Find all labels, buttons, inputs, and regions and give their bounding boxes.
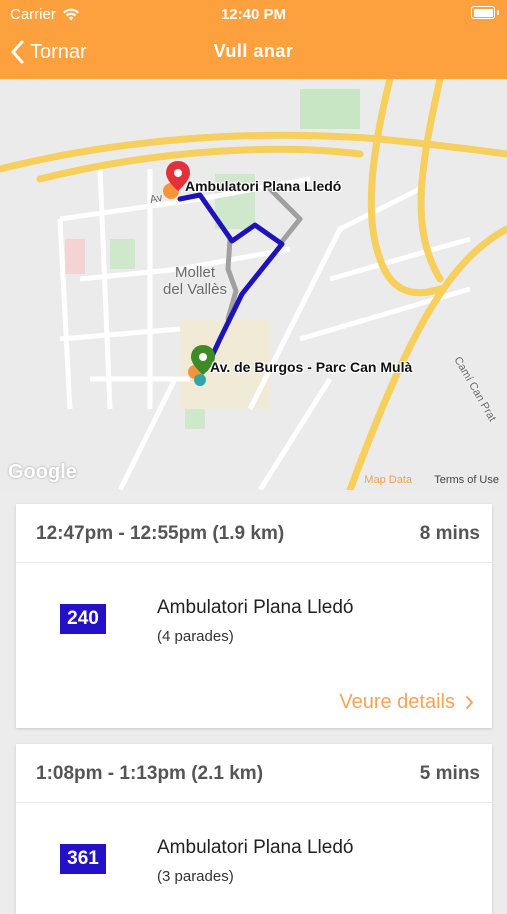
details-label: Veure details: [339, 691, 455, 713]
route-card[interactable]: 1:08pm - 1:13pm (2.1 km) 5 mins 361 Ambu…: [16, 744, 492, 914]
battery-icon: [471, 6, 499, 19]
line-badge: 240: [60, 604, 106, 634]
route-duration: 8 mins: [419, 523, 480, 544]
terms-link[interactable]: Terms of Use: [434, 474, 499, 486]
city-label-line2: del Vallès: [163, 281, 227, 298]
map-data-link[interactable]: Map Data: [364, 474, 412, 486]
line-badge: 361: [60, 844, 106, 874]
route-map[interactable]: Ambulatori Plana Lledó Av. de Burgos - P…: [0, 79, 507, 490]
route-time-range: 12:47pm - 12:55pm (1.9 km): [36, 523, 285, 544]
status-time: 12:40 PM: [220, 6, 287, 23]
page-title: Vull anar: [213, 41, 294, 61]
street-label: Av: [148, 191, 164, 207]
route-card[interactable]: 12:47pm - 12:55pm (1.9 km) 8 mins 240 Am…: [16, 504, 492, 728]
destination-label: Ambulatori Plana Lledó: [185, 178, 342, 194]
map-canvas: [0, 79, 507, 490]
route-card-header: 1:08pm - 1:13pm (2.1 km) 5 mins: [16, 744, 492, 803]
route-time-range: 1:08pm - 1:13pm (2.1 km): [36, 763, 264, 784]
city-label: Mollet del Vallès: [150, 264, 240, 298]
stop-count: (3 parades): [157, 868, 234, 885]
city-label-line1: Mollet: [174, 264, 215, 281]
status-bar: Carrier 12:40 PM: [0, 0, 507, 28]
chevron-right-icon: [466, 696, 473, 709]
route-duration: 5 mins: [419, 763, 480, 784]
google-logo: Google: [8, 461, 77, 483]
stop-name: Ambulatori Plana Lledó: [157, 837, 354, 858]
route-card-header: 12:47pm - 12:55pm (1.9 km) 8 mins: [16, 504, 492, 563]
origin-label: Av. de Burgos - Parc Can Mulà: [210, 359, 413, 375]
stop-name: Ambulatori Plana Lledó: [157, 597, 354, 618]
nav-header: Carrier 12:40 PM Tornar Vull anar: [0, 0, 507, 79]
details-button[interactable]: Veure details: [339, 691, 474, 714]
stop-count: (4 parades): [157, 628, 234, 645]
